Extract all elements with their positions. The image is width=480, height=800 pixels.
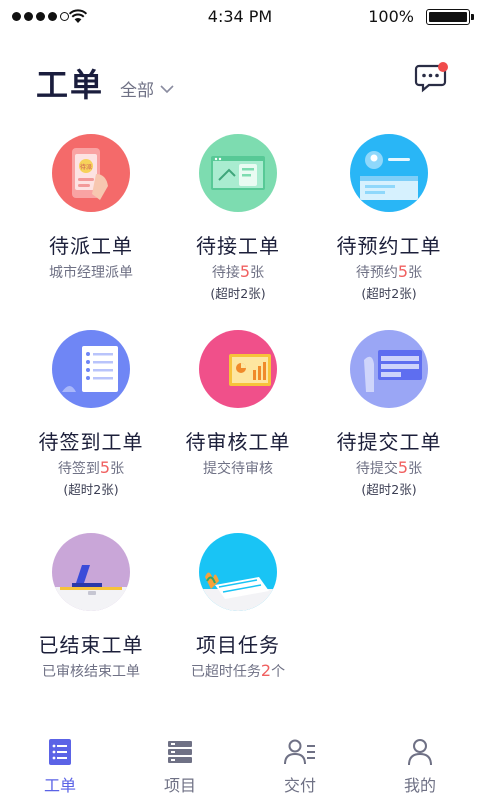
tile-pending-submit[interactable]: 待提交工单 待提交5张 (超时2张) — [309, 330, 469, 498]
status-bar: 4:34 PM 100% — [0, 0, 480, 34]
tile-subtitle: 已审核结束工单 — [42, 664, 140, 680]
tile-title: 项目任务 — [196, 633, 280, 657]
chevron-down-icon — [160, 84, 174, 93]
tile-subtitle: 已超时任务2个 — [190, 661, 286, 680]
submit-form-icon — [350, 330, 428, 408]
tile-title: 待派工单 — [49, 234, 133, 258]
tile-title: 待预约工单 — [336, 234, 442, 258]
tile-subtitle: 待接5张 — [211, 262, 265, 281]
page-title: 工单 — [36, 66, 105, 104]
tile-timeout-note: (超时2张) — [210, 286, 266, 301]
appointment-browser-icon — [350, 134, 428, 212]
tile-subtitle: 城市经理派单 — [49, 265, 133, 281]
tab-workorder[interactable]: 工单 — [0, 726, 120, 800]
tile-title: 待签到工单 — [38, 430, 144, 454]
tile-subtitle: 待提交5张 — [355, 458, 423, 477]
accept-map-icon — [199, 134, 277, 212]
tab-project[interactable]: 项目 — [120, 726, 240, 800]
tab-label: 我的 — [403, 776, 436, 795]
tile-pending-dispatch[interactable]: 待派 待派工单 城市经理派单 — [11, 134, 171, 282]
tab-label: 工单 — [43, 776, 76, 795]
svg-text:待派: 待派 — [80, 163, 92, 171]
tile-timeout-note: (超时2张) — [361, 286, 417, 301]
finished-laptop-icon — [52, 533, 130, 611]
tile-subtitle: 待签到5张 — [57, 458, 125, 477]
tile-pending-appointment[interactable]: 待预约工单 待预约5张 (超时2张) — [309, 134, 469, 302]
tile-subtitle: 待预约5张 — [355, 262, 423, 281]
tile-pending-accept[interactable]: 待接工单 待接5张 (超时2张) — [158, 134, 318, 302]
workorder-list-icon — [49, 739, 71, 765]
checkin-list-icon — [52, 330, 130, 408]
project-stack-icon — [168, 741, 192, 763]
tab-label: 交付 — [283, 776, 316, 795]
tile-title: 待审核工单 — [185, 430, 291, 454]
tile-title: 已结束工单 — [38, 633, 144, 657]
battery-icon — [426, 9, 474, 25]
dispatch-phone-icon: 待派 — [52, 134, 130, 212]
bottom-tab-bar: 工单 项目 交付 我的 — [0, 726, 480, 800]
tile-pending-checkin[interactable]: 待签到工单 待签到5张 (超时2张) — [11, 330, 171, 498]
tile-finished[interactable]: 已结束工单 已审核结束工单 — [11, 533, 171, 681]
tab-delivery[interactable]: 交付 — [240, 726, 360, 800]
tile-title: 待接工单 — [196, 234, 280, 258]
tile-project-task[interactable]: 项目任务 已超时任务2个 — [158, 533, 318, 681]
tab-mine[interactable]: 我的 — [360, 726, 480, 800]
tab-label: 项目 — [163, 776, 196, 795]
filter-dropdown[interactable]: 全部 — [120, 76, 174, 101]
notification-badge — [438, 62, 448, 72]
battery-percentage: 100% — [368, 7, 414, 26]
tile-subtitle: 提交待审核 — [203, 461, 273, 477]
tile-pending-review[interactable]: 待审核工单 提交待审核 — [158, 330, 318, 478]
review-chart-icon — [199, 330, 277, 408]
profile-person-icon — [408, 739, 432, 766]
delivery-person-icon — [284, 739, 315, 765]
filter-label: 全部 — [120, 81, 154, 101]
project-task-icon — [199, 533, 277, 611]
tile-timeout-note: (超时2张) — [63, 482, 119, 497]
tile-timeout-note: (超时2张) — [361, 482, 417, 497]
tile-title: 待提交工单 — [336, 430, 442, 454]
